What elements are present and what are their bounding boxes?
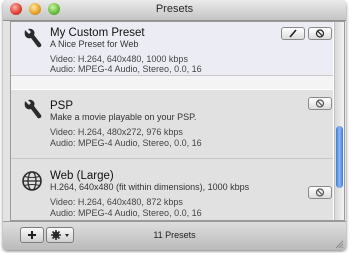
title-bar[interactable]: Presets bbox=[3, 0, 346, 21]
preset-subtitle: H.264, 640x480 (fit within dimensions), … bbox=[50, 182, 250, 192]
vertical-scrollbar[interactable] bbox=[334, 22, 344, 220]
preset-audio-info: Audio: MPEG-4 Audio, Stereo, 0.0, 16 bbox=[50, 138, 202, 148]
wrench-icon bbox=[21, 27, 43, 49]
presets-window: Presets My Custom Preset A Nice Preset f… bbox=[3, 0, 346, 250]
no-entry-icon bbox=[315, 99, 325, 108]
preset-name: PSP bbox=[50, 100, 74, 112]
delete-preset-button[interactable] bbox=[308, 186, 332, 199]
preset-name: Web (Large) bbox=[50, 170, 114, 182]
preset-video-info: Video: H.264, 480x272, 976 kbps bbox=[50, 127, 183, 137]
resize-grip-icon[interactable] bbox=[335, 240, 344, 249]
preset-row-web-large[interactable]: Web (Large) H.264, 640x480 (fit within d… bbox=[11, 159, 333, 220]
preset-subtitle: Make a movie playable on your PSP. bbox=[50, 112, 197, 122]
window-title: Presets bbox=[155, 3, 194, 15]
preset-video-info: Video: H.264, 640x480, 872 kbps bbox=[50, 197, 183, 207]
wrench-icon bbox=[21, 98, 43, 120]
preset-row-my-custom-preset[interactable]: My Custom Preset A Nice Preset for Web V… bbox=[11, 22, 333, 76]
no-entry-icon bbox=[315, 188, 325, 197]
pencil-icon bbox=[289, 29, 297, 38]
preset-video-info: Video: H.264, 640x480, 1000 kbps bbox=[50, 54, 188, 64]
no-entry-icon bbox=[315, 29, 325, 38]
presets-list: My Custom Preset A Nice Preset for Web V… bbox=[10, 21, 345, 221]
preset-audio-info: Audio: MPEG-4 Audio, Stereo, 0.0, 16 bbox=[50, 208, 202, 218]
delete-preset-button[interactable] bbox=[308, 27, 332, 40]
preset-count-label: 11 Presets bbox=[153, 230, 196, 240]
delete-preset-button[interactable] bbox=[308, 97, 332, 110]
preset-name: My Custom Preset bbox=[50, 27, 145, 39]
preset-subtitle: A Nice Preset for Web bbox=[50, 39, 139, 49]
scrollbar-thumb[interactable] bbox=[336, 126, 343, 188]
bottom-toolbar: 11 Presets bbox=[3, 221, 346, 250]
edit-preset-button[interactable] bbox=[281, 27, 305, 40]
preset-audio-info: Audio: MPEG-4 Audio, Stereo, 0.0, 16 bbox=[50, 64, 202, 74]
preset-row-psp[interactable]: PSP Make a movie playable on your PSP. V… bbox=[11, 90, 333, 159]
row-separator bbox=[11, 76, 333, 89]
globe-icon bbox=[21, 170, 43, 192]
